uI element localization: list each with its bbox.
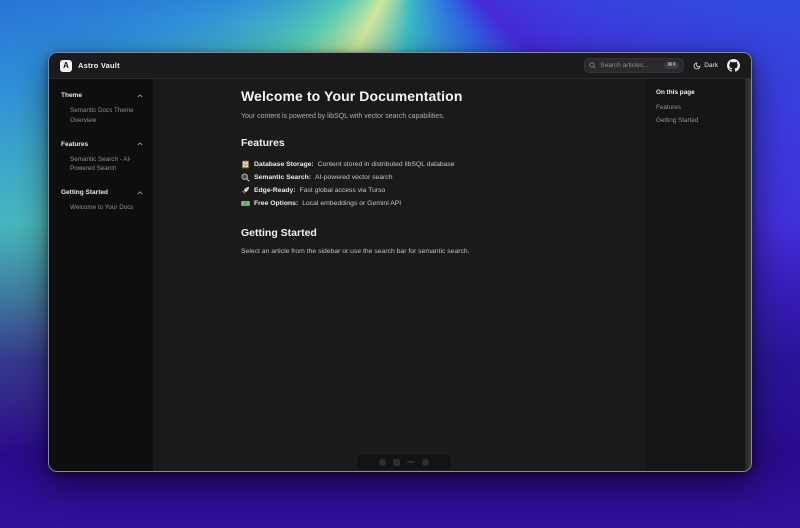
sidebar-section-theme-header[interactable]: Theme (61, 92, 143, 99)
sidebar-item-welcome-to-your-docs[interactable]: Welcome to Your Docs (61, 203, 143, 213)
left-sidebar: Theme Semantic Docs Theme Overview Featu… (49, 79, 153, 471)
sidebar-section-label: Theme (61, 92, 82, 99)
sidebar-item-semantic-search[interactable]: Semantic Search - AI-Powered Search (61, 155, 143, 175)
sidebar-section-label: Getting Started (61, 189, 108, 196)
rocket-icon (241, 186, 250, 195)
list-item: Edge-Ready: Fast global access via Turso (241, 184, 626, 197)
dock-app-icon[interactable] (379, 459, 386, 466)
app-header: A Astro Vault Search articles... ⌘K Dark (49, 53, 751, 79)
scrollbar[interactable] (745, 79, 751, 471)
feature-text: AI-powered vector search (315, 174, 392, 181)
sidebar-section-features-header[interactable]: Features (61, 141, 143, 148)
feature-text: Fast global access via Turso (300, 187, 386, 194)
features-heading: Features (241, 137, 626, 149)
theme-toggle-button[interactable]: Dark (693, 62, 718, 70)
list-item: Database Storage: Content stored in dist… (241, 158, 626, 171)
search-icon (589, 62, 596, 69)
dock-app-icon[interactable] (393, 459, 400, 466)
chevron-up-icon (137, 94, 143, 98)
feature-text: Local embeddings or Gemini API (302, 200, 401, 207)
sidebar-section-getting-started: Getting Started Welcome to Your Docs (61, 189, 143, 213)
list-item: Free Options: Local embeddings or Gemini… (241, 197, 626, 210)
sidebar-section-getting-started-header[interactable]: Getting Started (61, 189, 143, 196)
feature-text: Content stored in distributed libSQL dat… (318, 161, 455, 168)
github-link[interactable] (727, 59, 740, 72)
features-list: Database Storage: Content stored in dist… (241, 158, 626, 210)
app-title: Astro Vault (78, 61, 120, 70)
main-content: Welcome to Your Documentation Your conte… (153, 79, 646, 471)
chevron-up-icon (137, 142, 143, 146)
on-this-page-panel: On this page Features Getting Started (646, 79, 745, 471)
toc-link-features[interactable]: Features (656, 104, 737, 111)
search-placeholder: Search articles... (600, 62, 660, 69)
file-cabinet-icon (241, 160, 250, 169)
dock[interactable] (356, 453, 452, 471)
sidebar-item-semantic-docs-theme-overview[interactable]: Semantic Docs Theme Overview (61, 106, 143, 126)
toc-link-getting-started[interactable]: Getting Started (656, 117, 737, 124)
dock-separator (407, 461, 415, 463)
getting-started-heading: Getting Started (241, 227, 626, 239)
window-body: Theme Semantic Docs Theme Overview Featu… (49, 79, 751, 471)
sidebar-section-label: Features (61, 141, 88, 148)
dollar-banknote-icon (241, 199, 250, 208)
sidebar-section-theme: Theme Semantic Docs Theme Overview (61, 92, 143, 126)
dock-app-icon[interactable] (422, 459, 429, 466)
toc-title: On this page (656, 89, 737, 96)
search-input[interactable]: Search articles... ⌘K (584, 58, 684, 73)
intro-text: Your content is powered by libSQL with v… (241, 113, 626, 120)
app-window: A Astro Vault Search articles... ⌘K Dark (48, 52, 752, 472)
app-logo: A (60, 60, 72, 72)
feature-label: Edge-Ready: (254, 187, 296, 194)
chevron-up-icon (137, 191, 143, 195)
feature-label: Database Storage: (254, 161, 314, 168)
list-item: Semantic Search: AI-powered vector searc… (241, 171, 626, 184)
moon-icon (693, 62, 701, 70)
feature-label: Semantic Search: (254, 174, 311, 181)
github-icon (727, 59, 740, 72)
feature-label: Free Options: (254, 200, 298, 207)
search-shortcut-badge: ⌘K (664, 62, 679, 70)
magnifying-glass-icon (241, 173, 250, 182)
theme-toggle-label: Dark (704, 62, 718, 69)
getting-started-text: Select an article from the sidebar or us… (241, 248, 626, 255)
sidebar-section-features: Features Semantic Search - AI-Powered Se… (61, 141, 143, 175)
page-title: Welcome to Your Documentation (241, 88, 626, 104)
